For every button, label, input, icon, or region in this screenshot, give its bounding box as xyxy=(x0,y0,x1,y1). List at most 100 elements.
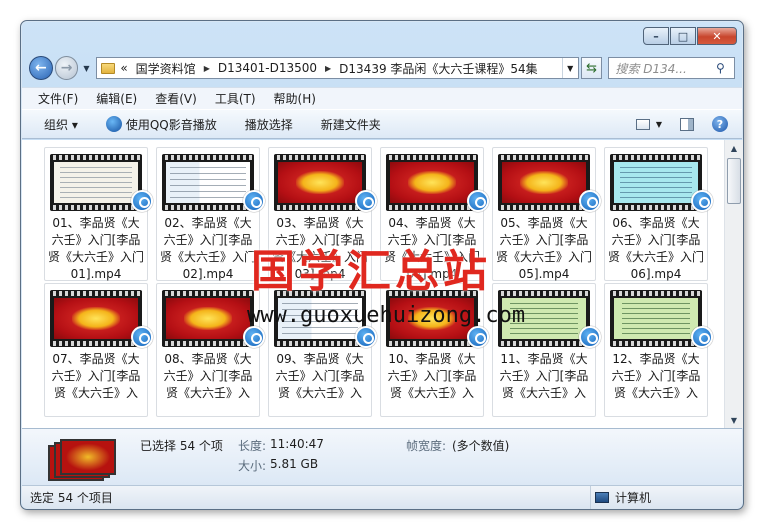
search-icon[interactable]: ⚲ xyxy=(716,61,734,75)
video-thumbnail xyxy=(274,154,366,211)
qq-player-icon xyxy=(691,326,713,348)
file-name: 06、李品贤《大六壬》入门[李品贤《大六壬》入门06].mp4 xyxy=(607,216,704,281)
breadcrumb-item[interactable]: D13401-D13500 xyxy=(218,61,317,75)
vertical-scrollbar[interactable]: ▲ ▼ xyxy=(724,140,743,428)
video-thumbnail xyxy=(162,154,254,211)
change-view-icon[interactable] xyxy=(635,118,650,130)
qq-player-icon xyxy=(243,326,265,348)
chevron-right-icon[interactable]: ▶ xyxy=(204,64,210,73)
file-tile[interactable]: 01、李品贤《大六壬》入门[李品贤《大六壬》入门01].mp4 xyxy=(44,147,153,281)
organize-button[interactable]: 组织 ▾ xyxy=(44,116,78,133)
qq-player-icon xyxy=(355,326,377,348)
scroll-up-icon[interactable]: ▲ xyxy=(725,140,743,156)
menu-file[interactable]: 文件(F) xyxy=(38,90,78,107)
status-bar: 选定 54 个项目 计算机 xyxy=(22,485,742,509)
qq-player-icon xyxy=(691,190,713,212)
breadcrumb-item[interactable]: 国学资料馆 xyxy=(136,60,196,77)
file-name: 05、李品贤《大六壬》入门[李品贤《大六壬》入门05].mp4 xyxy=(495,216,592,281)
frame-width-value: (多个数值) xyxy=(452,439,510,453)
qq-player-icon xyxy=(579,326,601,348)
selection-thumbnail-stack xyxy=(48,437,116,481)
minimize-button[interactable]: – xyxy=(643,27,669,45)
refresh-button[interactable]: ⇆ xyxy=(580,57,603,79)
file-name: 10、李品贤《大六壬》入门[李品贤《大六壬》入 xyxy=(387,352,477,400)
maximize-button[interactable]: □ xyxy=(670,27,696,45)
refresh-icon: ⇆ xyxy=(586,60,597,76)
organize-label: 组织 ▾ xyxy=(44,117,78,132)
menu-bar: 文件(F) 编辑(E) 查看(V) 工具(T) 帮助(H) xyxy=(22,87,742,109)
video-thumbnail xyxy=(498,154,590,211)
status-location: 计算机 xyxy=(590,486,651,509)
qq-player-icon xyxy=(467,190,489,212)
play-qq-label: 使用QQ影音播放 xyxy=(125,117,217,132)
video-thumbnail xyxy=(50,290,142,347)
window-controls: – □ ✕ xyxy=(643,27,737,45)
breadcrumb-overflow[interactable]: « xyxy=(120,61,127,75)
length-value: 11:40:47 xyxy=(270,437,324,451)
length-label: 长度: xyxy=(238,439,267,453)
qq-player-icon xyxy=(467,326,489,348)
video-thumbnail xyxy=(162,290,254,347)
play-selection-label: 播放选择 xyxy=(244,117,293,132)
menu-view[interactable]: 查看(V) xyxy=(155,90,197,107)
menu-help[interactable]: 帮助(H) xyxy=(274,90,316,107)
help-icon[interactable]: ? xyxy=(712,116,728,132)
qq-player-icon xyxy=(131,326,153,348)
folder-icon xyxy=(101,62,116,74)
file-tile[interactable]: 06、李品贤《大六壬》入门[李品贤《大六壬》入门06].mp4 xyxy=(604,147,713,281)
computer-icon xyxy=(595,492,609,503)
recent-pages-dropdown[interactable]: ▼ xyxy=(80,64,92,73)
qq-player-icon xyxy=(355,190,377,212)
qq-player-icon xyxy=(105,116,122,132)
preview-pane-icon[interactable] xyxy=(680,117,694,131)
video-thumbnail xyxy=(50,154,142,211)
scroll-down-icon[interactable]: ▼ xyxy=(725,412,743,428)
close-button[interactable]: ✕ xyxy=(697,27,737,45)
file-name: 07、李品贤《大六壬》入门[李品贤《大六壬》入 xyxy=(51,352,141,400)
new-folder-button[interactable]: 新建文件夹 xyxy=(321,116,381,133)
qq-player-icon xyxy=(243,190,265,212)
qq-player-icon xyxy=(131,190,153,212)
frame-width-label: 帧宽度: xyxy=(406,439,447,453)
details-pane: 已选择 54 个项 长度: 11:40:47 大小: 5.81 GB 帧宽度: … xyxy=(22,428,742,485)
size-label: 大小: xyxy=(238,459,267,473)
chevron-right-icon[interactable]: ▶ xyxy=(325,64,331,73)
file-tile[interactable]: 02、李品贤《大六壬》入门[李品贤《大六壬》入门02].mp4 xyxy=(156,147,265,281)
command-bar: 组织 ▾ 使用QQ影音播放 播放选择 新建文件夹 ▼ ? xyxy=(22,109,742,139)
file-name: 12、李品贤《大六壬》入门[李品贤《大六壬》入 xyxy=(611,352,701,400)
video-thumbnail xyxy=(610,154,702,211)
watermark-url: www.guoxuehuizong.com xyxy=(247,303,526,328)
play-selection-button[interactable]: 播放选择 xyxy=(245,116,293,133)
view-dropdown-icon[interactable]: ▼ xyxy=(656,120,662,129)
file-tile[interactable]: 08、李品贤《大六壬》入门[李品贤《大六壬》入 xyxy=(156,283,265,417)
file-tile[interactable]: 05、李品贤《大六壬》入门[李品贤《大六壬》入门05].mp4 xyxy=(492,147,601,281)
menu-edit[interactable]: 编辑(E) xyxy=(96,90,137,107)
file-name: 09、李品贤《大六壬》入门[李品贤《大六壬》入 xyxy=(275,352,365,400)
status-location-text: 计算机 xyxy=(615,491,652,505)
address-bar[interactable]: « 国学资料馆 ▶ D13401-D13500 ▶ D13439 李品闲《大六壬… xyxy=(96,57,579,79)
arrow-right-icon: → xyxy=(60,60,73,76)
file-tile[interactable]: 12、李品贤《大六壬》入门[李品贤《大六壬》入 xyxy=(604,283,713,417)
video-thumbnail xyxy=(386,154,478,211)
file-tile[interactable]: 07、李品贤《大六壬》入门[李品贤《大六壬》入 xyxy=(44,283,153,417)
chevron-down-icon: ▼ xyxy=(567,63,574,73)
scrollbar-thumb[interactable] xyxy=(727,158,741,204)
size-value: 5.81 GB xyxy=(270,457,319,471)
back-button[interactable]: ← xyxy=(29,56,53,80)
file-name: 11、李品贤《大六壬》入门[李品贤《大六壬》入 xyxy=(499,352,589,400)
search-input[interactable]: 搜索 D134... ⚲ xyxy=(608,57,735,79)
watermark-title: 国学汇总站 xyxy=(251,246,491,297)
file-name: 08、李品贤《大六壬》入门[李品贤《大六壬》入 xyxy=(163,352,253,400)
forward-button[interactable]: → xyxy=(54,56,79,80)
new-folder-label: 新建文件夹 xyxy=(320,117,381,132)
status-selection-text: 选定 54 个项目 xyxy=(30,491,113,505)
navigation-bar: ← → ▼ « 国学资料馆 ▶ D13401-D13500 ▶ D13439 李… xyxy=(29,53,735,83)
file-name: 01、李品贤《大六壬》入门[李品贤《大六壬》入门01].mp4 xyxy=(47,216,144,281)
video-thumbnail xyxy=(610,290,702,347)
address-dropdown[interactable]: ▼ xyxy=(561,58,578,78)
file-name: 02、李品贤《大六壬》入门[李品贤《大六壬》入门02].mp4 xyxy=(159,216,256,281)
breadcrumb-item[interactable]: D13439 李品闲《大六壬课程》54集 xyxy=(339,60,538,77)
qq-player-icon xyxy=(579,190,601,212)
play-qq-button[interactable]: 使用QQ影音播放 xyxy=(105,116,217,133)
menu-tools[interactable]: 工具(T) xyxy=(215,90,256,107)
